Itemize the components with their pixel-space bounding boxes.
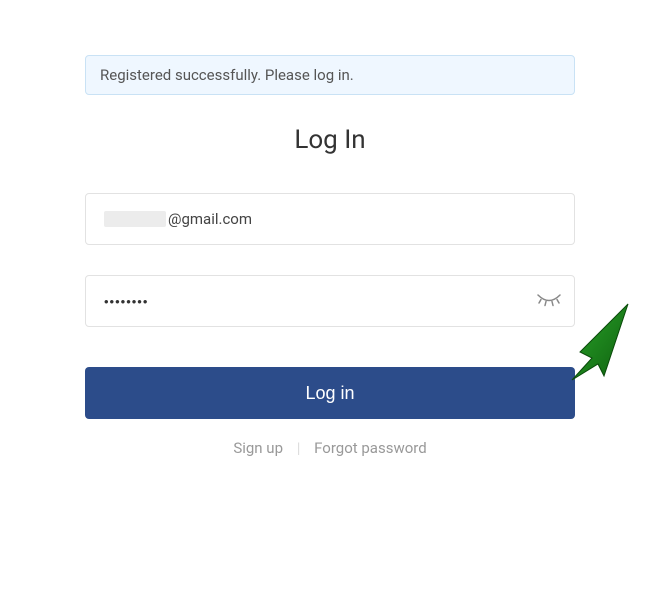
signup-link[interactable]: Sign up [227,439,289,457]
email-field-wrap: @gmail.com [85,193,575,245]
footer-links: Sign up | Forgot password [85,439,575,457]
alert-text: Registered successfully. Please log in. [100,66,354,84]
forgot-password-link[interactable]: Forgot password [308,439,433,457]
email-field[interactable]: @gmail.com [85,193,575,245]
password-field-wrap [85,275,575,327]
success-alert: Registered successfully. Please log in. [85,55,575,95]
login-button[interactable]: Log in [85,367,575,419]
redacted-username [104,211,166,227]
page-title: Log In [85,125,575,155]
eye-closed-icon[interactable] [537,289,561,313]
link-separator: | [293,439,305,457]
password-field[interactable] [85,275,575,327]
email-domain: @gmail.com [168,210,252,228]
login-form: Registered successfully. Please log in. … [0,0,660,457]
